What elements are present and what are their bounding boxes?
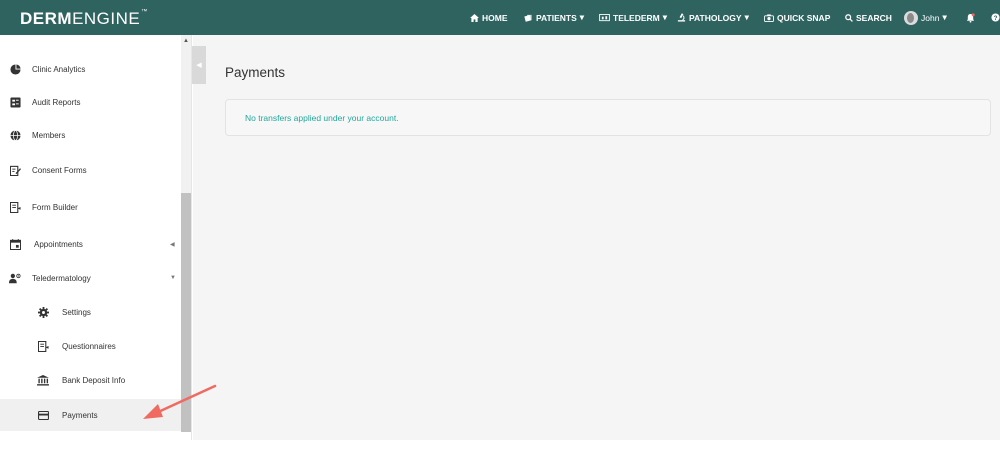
- avatar: [904, 10, 918, 25]
- sidebar-item-teledermatology[interactable]: Teledermatology ▼: [0, 263, 181, 293]
- nav-home-label: HOME: [482, 12, 508, 23]
- sidebar-item-label: Clinic Analytics: [32, 64, 86, 74]
- sidebar-item-consent-forms[interactable]: Consent Forms: [0, 155, 181, 185]
- brand-logo-tm: ™: [141, 9, 148, 15]
- calendar-icon: [9, 238, 21, 250]
- gear-icon: [37, 306, 49, 318]
- microscope-icon: [677, 13, 686, 22]
- chevron-left-icon: ◀: [196, 62, 202, 69]
- questionnaire-icon: [37, 340, 49, 352]
- credit-card-icon: [37, 409, 49, 421]
- sidebar-subitem-settings[interactable]: Settings: [0, 297, 181, 327]
- help-button[interactable]: ?: [991, 0, 1000, 35]
- brand-logo-bold: DERM: [20, 9, 73, 28]
- search-icon: [845, 13, 853, 22]
- nav-search-label: SEARCH: [856, 12, 892, 23]
- nav-home[interactable]: HOME: [470, 0, 508, 35]
- brand-logo-light: ENGINE: [72, 9, 141, 28]
- top-navigation-bar: DERMENGINE™ HOME PATIENTS ▾ TELEDERM ▾ P…: [0, 0, 1000, 35]
- telederm-icon: [599, 13, 610, 22]
- sidebar-item-label: Consent Forms: [32, 165, 87, 175]
- sidebar-item-clinic-analytics[interactable]: Clinic Analytics: [0, 54, 181, 84]
- sidebar-item-label: Members: [32, 130, 66, 140]
- sidebar-item-label: Appointments: [34, 239, 83, 249]
- nav-patients[interactable]: PATIENTS ▾: [524, 0, 584, 35]
- chevron-down-icon: ▼: [170, 275, 176, 281]
- sidebar-item-members[interactable]: Members: [0, 120, 181, 150]
- edit-form-icon: [9, 164, 21, 176]
- camera-icon: [764, 13, 774, 22]
- main-content: [193, 35, 1000, 440]
- sidebar-item-audit-reports[interactable]: Audit Reports: [0, 87, 181, 117]
- sidebar-item-form-builder[interactable]: Form Builder: [0, 192, 181, 222]
- chevron-down-icon: ▾: [942, 12, 947, 22]
- page-title: Payments: [225, 65, 286, 80]
- nav-quick-snap-label: QUICK SNAP: [777, 12, 831, 23]
- sidebar-subitem-questionnaires[interactable]: Questionnaires: [0, 331, 181, 361]
- report-icon: [9, 96, 21, 108]
- nav-telederm-label: TELEDERM: [613, 12, 660, 23]
- sidebar-collapse-toggle[interactable]: ◀: [192, 46, 206, 84]
- svg-text:?: ?: [994, 15, 998, 22]
- sidebar-item-appointments[interactable]: Appointments ◀: [0, 229, 181, 259]
- nav-search[interactable]: SEARCH: [845, 0, 892, 35]
- nav-quick-snap[interactable]: QUICK SNAP: [764, 0, 830, 35]
- sidebar-subitem-bank-deposit-info[interactable]: Bank Deposit Info: [0, 365, 181, 395]
- nav-patients-label: PATIENTS: [536, 12, 577, 23]
- notifications-button[interactable]: [966, 0, 975, 35]
- sidebar-item-label: Audit Reports: [32, 97, 81, 107]
- sidebar-item-label: Form Builder: [32, 202, 78, 212]
- pie-chart-icon: [9, 63, 21, 75]
- empty-state-message: No transfers applied under your account.: [245, 113, 399, 123]
- sidebar-subitem-label: Questionnaires: [62, 341, 116, 351]
- sidebar-subitem-label: Payments: [62, 410, 98, 420]
- brand-logo[interactable]: DERMENGINE™: [20, 9, 148, 29]
- globe-icon: [9, 129, 21, 141]
- empty-state-panel: No transfers applied under your account.: [225, 99, 991, 136]
- bell-icon: [966, 12, 975, 23]
- chevron-down-icon: ▾: [744, 12, 749, 22]
- help-icon: ?: [991, 13, 1000, 22]
- nav-user-menu[interactable]: John ▾: [904, 0, 947, 35]
- doctor-icon: [9, 272, 21, 284]
- bank-icon: [37, 374, 49, 386]
- nav-pathology-label: PATHOLOGY: [689, 12, 742, 23]
- patients-icon: [524, 14, 533, 22]
- nav-pathology[interactable]: PATHOLOGY ▾: [677, 0, 749, 35]
- sidebar-subitem-label: Settings: [62, 307, 91, 317]
- sidebar-scrollbar-thumb[interactable]: [181, 193, 191, 432]
- sidebar-subitem-label: Bank Deposit Info: [62, 375, 126, 385]
- sidebar-subitem-payments[interactable]: Payments: [0, 399, 181, 431]
- sidebar-item-label: Teledermatology: [32, 273, 91, 283]
- chevron-left-icon: ◀: [170, 241, 175, 248]
- chevron-down-icon: ▾: [662, 12, 668, 22]
- home-icon: [470, 13, 479, 22]
- nav-user-label: John: [921, 12, 940, 23]
- nav-telederm[interactable]: TELEDERM ▾: [599, 0, 667, 35]
- scroll-up-arrow-icon[interactable]: ▲: [183, 38, 189, 44]
- chevron-down-icon: ▾: [579, 12, 585, 22]
- form-builder-icon: [9, 201, 21, 213]
